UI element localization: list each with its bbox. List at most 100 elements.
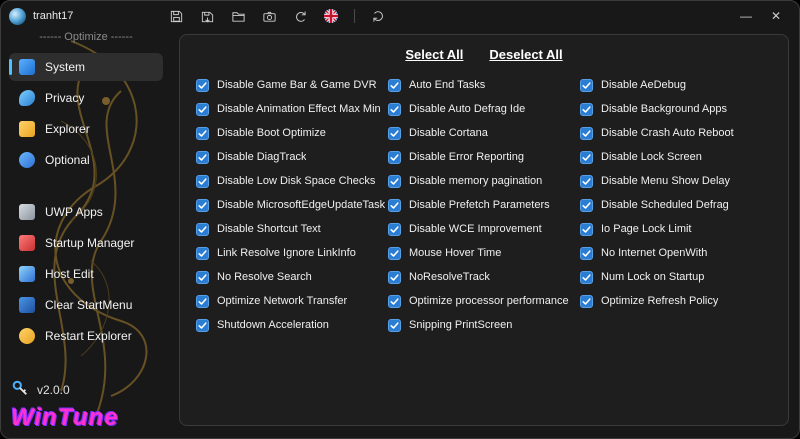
tweak-option[interactable]: Optimize processor performance: [388, 294, 580, 308]
tweak-option[interactable]: Disable Animation Effect Max Min: [196, 102, 388, 116]
checkbox-checked-icon[interactable]: [196, 150, 209, 164]
open-folder-icon[interactable]: [227, 5, 249, 27]
tweak-option[interactable]: Disable Boot Optimize: [196, 126, 388, 140]
tweak-option[interactable]: Num Lock on Startup: [580, 270, 772, 284]
checkbox-checked-icon[interactable]: [388, 174, 401, 188]
tweak-option[interactable]: Mouse Hover Time: [388, 246, 580, 260]
checkbox-checked-icon[interactable]: [580, 246, 593, 260]
sidebar-footer: v2.0.0 WinTune: [11, 379, 119, 432]
tweak-option[interactable]: Disable Scheduled Defrag: [580, 198, 772, 212]
checkbox-checked-icon[interactable]: [196, 222, 209, 236]
screenshot-camera-icon[interactable]: [258, 5, 280, 27]
save-icon[interactable]: [165, 5, 187, 27]
sidebar-item-host-edit[interactable]: Host Edit: [9, 260, 163, 288]
tweak-option[interactable]: Disable Lock Screen: [580, 150, 772, 164]
tweak-option[interactable]: Disable Crash Auto Reboot: [580, 126, 772, 140]
checkbox-checked-icon[interactable]: [388, 294, 401, 308]
tweak-label: Disable Prefetch Parameters: [409, 199, 550, 211]
tweak-option[interactable]: Disable WCE Improvement: [388, 222, 580, 236]
checkbox-checked-icon[interactable]: [580, 126, 593, 140]
tweak-option[interactable]: Disable DiagTrack: [196, 150, 388, 164]
checkbox-checked-icon[interactable]: [196, 246, 209, 260]
tweak-option[interactable]: Disable Error Reporting: [388, 150, 580, 164]
tweak-option[interactable]: No Internet OpenWith: [580, 246, 772, 260]
tweak-label: Disable Low Disk Space Checks: [217, 175, 376, 187]
tweaks-column-3: Disable AeDebug Disable Background Apps …: [580, 78, 772, 332]
checkbox-checked-icon[interactable]: [196, 78, 209, 92]
tweak-option[interactable]: No Resolve Search: [196, 270, 388, 284]
tweak-option[interactable]: Link Resolve Ignore LinkInfo: [196, 246, 388, 260]
tweak-label: Optimize Refresh Policy: [601, 295, 719, 307]
wrench-key-icon: [11, 379, 29, 400]
checkbox-checked-icon[interactable]: [388, 198, 401, 212]
checkbox-checked-icon[interactable]: [196, 318, 209, 332]
minimize-button[interactable]: —: [731, 4, 761, 28]
checkbox-checked-icon[interactable]: [388, 222, 401, 236]
tweak-option[interactable]: Io Page Lock Limit: [580, 222, 772, 236]
tweak-label: Io Page Lock Limit: [601, 223, 692, 235]
checkbox-checked-icon[interactable]: [580, 174, 593, 188]
tweak-option[interactable]: Optimize Network Transfer: [196, 294, 388, 308]
tweak-option[interactable]: Disable Low Disk Space Checks: [196, 174, 388, 188]
tweak-option[interactable]: Disable AeDebug: [580, 78, 772, 92]
clear-startmenu-icon: [19, 297, 35, 313]
undo-icon[interactable]: [289, 5, 311, 27]
checkbox-checked-icon[interactable]: [196, 198, 209, 212]
uwp-apps-icon: [19, 204, 35, 220]
tweak-option[interactable]: Disable memory pagination: [388, 174, 580, 188]
tweak-option[interactable]: Shutdown Acceleration: [196, 318, 388, 332]
sidebar-item-optional[interactable]: Optional: [9, 146, 163, 174]
select-all-link[interactable]: Select All: [405, 47, 463, 62]
sidebar-item-clear-startmenu[interactable]: Clear StartMenu: [9, 291, 163, 319]
checkbox-checked-icon[interactable]: [196, 294, 209, 308]
tweak-option[interactable]: Disable Background Apps: [580, 102, 772, 116]
sidebar-item-system[interactable]: System: [9, 53, 163, 81]
sidebar-item-restart-explorer[interactable]: Restart Explorer: [9, 322, 163, 350]
save-as-icon[interactable]: [196, 5, 218, 27]
tweak-option[interactable]: Disable Cortana: [388, 126, 580, 140]
sidebar-item-startup-manager[interactable]: Startup Manager: [9, 229, 163, 257]
tweak-option[interactable]: Disable Menu Show Delay: [580, 174, 772, 188]
close-button[interactable]: ✕: [761, 4, 791, 28]
tweak-option[interactable]: Disable Auto Defrag Ide: [388, 102, 580, 116]
tweak-option[interactable]: NoResolveTrack: [388, 270, 580, 284]
tweaks-panel: Select All Deselect All Disable Game Bar…: [179, 34, 789, 426]
sidebar-item-explorer[interactable]: Explorer: [9, 115, 163, 143]
tweak-option[interactable]: Optimize Refresh Policy: [580, 294, 772, 308]
checkbox-checked-icon[interactable]: [580, 222, 593, 236]
checkbox-checked-icon[interactable]: [196, 270, 209, 284]
checkbox-checked-icon[interactable]: [580, 102, 593, 116]
checkbox-checked-icon[interactable]: [388, 270, 401, 284]
checkbox-checked-icon[interactable]: [388, 246, 401, 260]
sidebar-menu: System Privacy Explorer Optional UWP App…: [1, 53, 171, 350]
checkbox-checked-icon[interactable]: [580, 198, 593, 212]
checkbox-checked-icon[interactable]: [388, 78, 401, 92]
language-uk-flag-icon[interactable]: [320, 5, 342, 27]
checkbox-checked-icon[interactable]: [388, 150, 401, 164]
checkbox-checked-icon[interactable]: [580, 270, 593, 284]
startup-manager-icon: [19, 235, 35, 251]
tweak-option[interactable]: Disable MicrosoftEdgeUpdateTask: [196, 198, 388, 212]
sidebar-item-privacy[interactable]: Privacy: [9, 84, 163, 112]
checkbox-checked-icon[interactable]: [388, 102, 401, 116]
tweak-option[interactable]: Disable Game Bar & Game DVR: [196, 78, 388, 92]
tweak-option[interactable]: Auto End Tasks: [388, 78, 580, 92]
checkbox-checked-icon[interactable]: [580, 78, 593, 92]
tweak-label: Disable Error Reporting: [409, 151, 524, 163]
tweak-label: Disable Animation Effect Max Min: [217, 103, 381, 115]
checkbox-checked-icon[interactable]: [580, 150, 593, 164]
checkbox-checked-icon[interactable]: [388, 318, 401, 332]
checkbox-checked-icon[interactable]: [196, 174, 209, 188]
deselect-all-link[interactable]: Deselect All: [489, 47, 562, 62]
tweak-option[interactable]: Snipping PrintScreen: [388, 318, 580, 332]
tweak-option[interactable]: Disable Shortcut Text: [196, 222, 388, 236]
refresh-icon[interactable]: [367, 5, 389, 27]
checkbox-checked-icon[interactable]: [388, 126, 401, 140]
sidebar-item-uwp-apps[interactable]: UWP Apps: [9, 198, 163, 226]
checkbox-checked-icon[interactable]: [196, 102, 209, 116]
tweak-label: Disable Background Apps: [601, 103, 727, 115]
tweak-label: Link Resolve Ignore LinkInfo: [217, 247, 356, 259]
tweak-option[interactable]: Disable Prefetch Parameters: [388, 198, 580, 212]
checkbox-checked-icon[interactable]: [580, 294, 593, 308]
checkbox-checked-icon[interactable]: [196, 126, 209, 140]
